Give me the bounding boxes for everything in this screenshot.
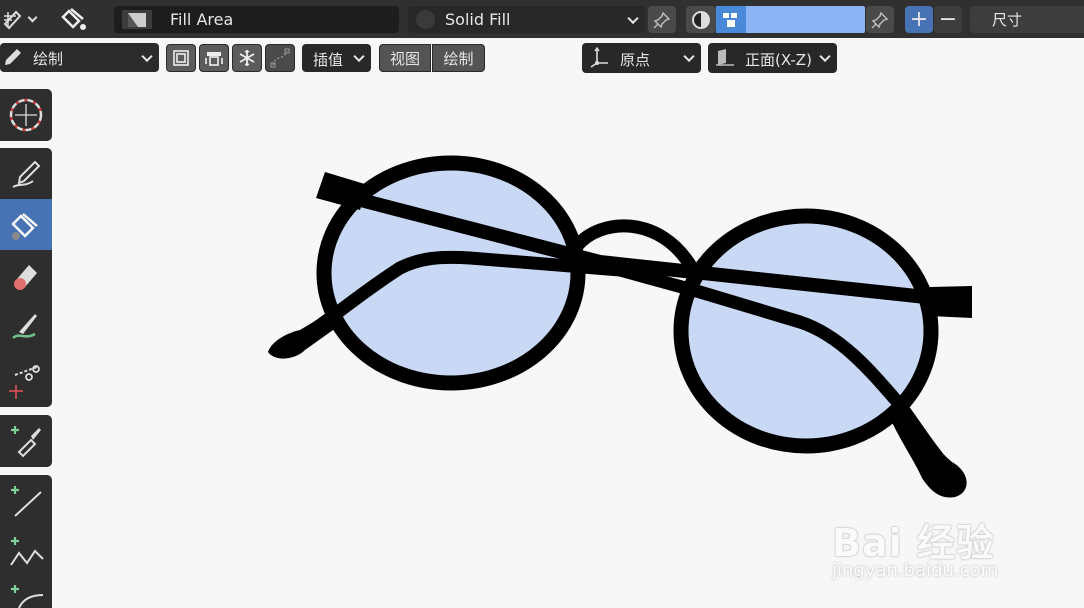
color-swatch[interactable] [716,6,865,33]
grease-pencil-icon [3,10,22,30]
minus-icon: − [938,7,958,32]
add-button[interactable]: + [905,6,933,33]
eraser-icon [14,264,37,290]
chevron-down-icon [819,50,831,63]
plane-icon [716,49,734,66]
polyline-icon [10,536,44,566]
watermark-brand: Bai 经验 [832,521,995,565]
chevron-down-icon [353,50,365,63]
draw-label: 绘制 [443,49,474,68]
curve-edit-icon [270,48,290,68]
keyframes-icon [205,52,223,66]
header-bar: Fill Area Solid Fill + − 尺寸 [0,0,1084,38]
pin-button-2[interactable] [866,6,894,33]
snowflake-icon [239,50,255,66]
tool-settings-bar: 绘制 插值 视图 绘制 原点 正面(X-Z) [0,38,1084,78]
color-wheel-icon [692,10,710,29]
cutter-tool[interactable] [0,352,52,407]
origin-label: 原点 [620,51,651,69]
transform-axes-icon [590,47,608,68]
stamp-icon [716,6,746,33]
remove-button[interactable]: − [934,6,962,33]
plane-dropdown[interactable]: 正面(X-Z) [708,43,837,73]
right-hinge [930,286,972,318]
crosshair-icon [9,98,43,132]
view-label: 视图 [389,49,420,68]
size-button[interactable]: 尺寸 [970,6,1084,33]
scissors-icon [9,364,40,399]
draw-menu[interactable]: 绘制 [432,44,485,72]
chevron-down-icon [627,12,639,24]
paint-bucket-icon [11,212,38,240]
tint-tool[interactable] [0,301,52,352]
view-menu[interactable]: 视图 [379,44,431,72]
style-circle-icon [416,10,435,29]
material-preview[interactable] [60,4,90,34]
watermark-url: jingyan.baidu.com [832,560,999,581]
plane-label: 正面(X-Z) [745,51,812,69]
select-mask-button[interactable] [166,44,196,72]
chevron-down-icon [683,50,695,63]
eyedropper-icon [11,426,41,458]
arc-tool[interactable] [0,577,52,608]
editor-type-button[interactable] [2,6,40,32]
line-tool[interactable] [0,475,52,526]
eyedropper-tool[interactable] [0,415,52,467]
material-name-field[interactable]: Fill Area [114,6,399,33]
multiframe-button[interactable] [199,44,229,72]
color-mode-button[interactable] [686,6,716,33]
fill-style-text: Solid Fill [445,10,511,29]
erase-tool[interactable] [0,250,52,301]
left-earpiece [268,312,340,359]
draw-tool[interactable] [0,148,52,199]
frame-icon [173,50,189,66]
plus-icon: + [909,7,929,32]
pin-icon [653,11,671,29]
right-earpiece [890,400,967,498]
snowflake-button[interactable] [232,44,262,72]
fill-style-dropdown[interactable]: Solid Fill [408,6,645,33]
cursor-tool[interactable] [0,89,52,141]
mode-dropdown[interactable]: 绘制 [0,43,159,72]
size-label: 尺寸 [992,11,1023,29]
fill-tool[interactable] [0,199,52,250]
mode-label: 绘制 [33,50,64,68]
brush-icon [12,313,37,339]
origin-dropdown[interactable]: 原点 [582,43,701,73]
paint-bucket-icon [61,8,86,30]
pencil-icon [12,160,41,188]
flag-icon [128,12,146,27]
interpolate-label: 插值 [313,51,344,69]
curve-edit-button[interactable] [265,44,295,72]
pin-button[interactable] [648,6,676,33]
material-type-icon [122,10,152,29]
arc-icon [11,585,44,608]
line-icon [11,485,42,517]
chevron-down-icon [141,50,153,62]
pencil-icon [5,49,21,65]
polyline-tool[interactable] [0,526,52,577]
chevron-down-icon [27,12,38,22]
material-name-text: Fill Area [170,10,234,29]
interpolate-dropdown[interactable]: 插值 [302,44,371,72]
pin-icon [871,11,889,29]
